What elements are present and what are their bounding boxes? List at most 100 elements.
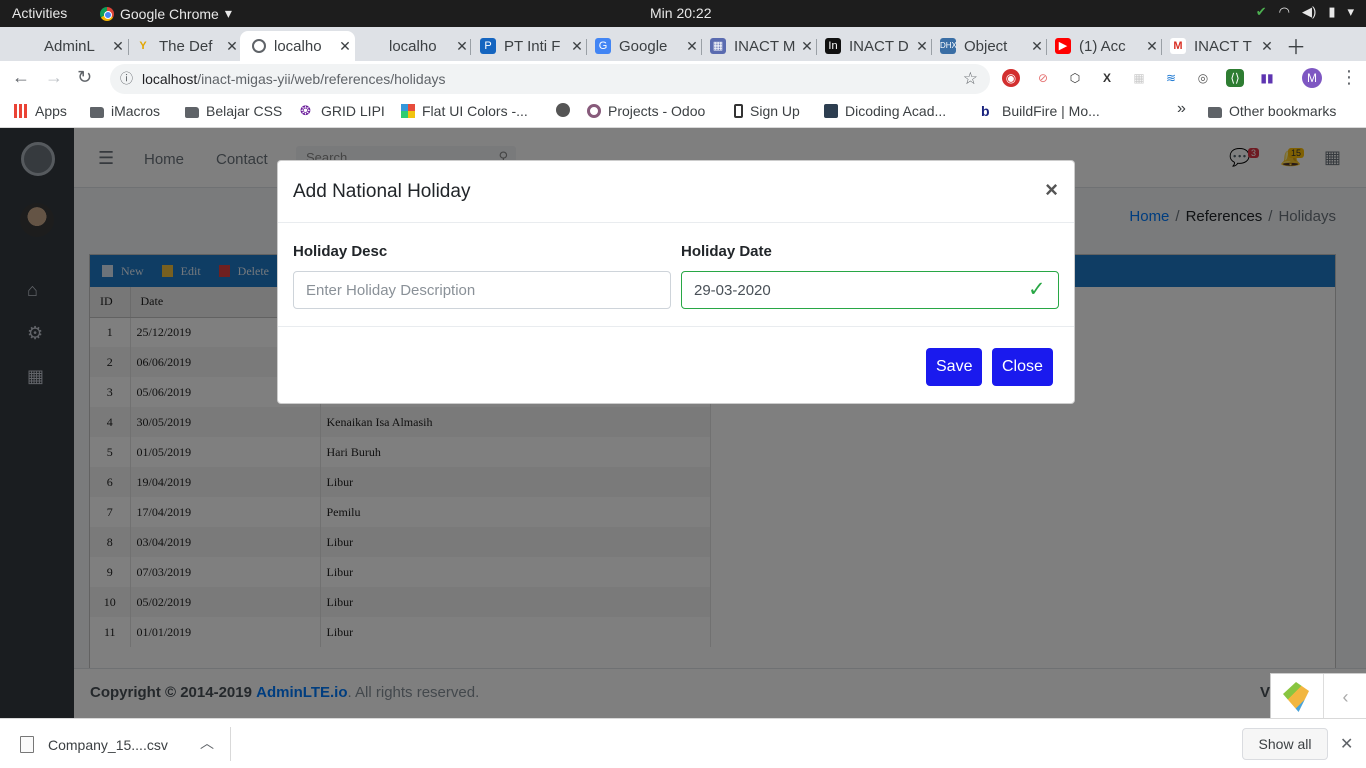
show-all-button[interactable]: Show all xyxy=(1242,728,1328,760)
bookmark-link[interactable] xyxy=(556,103,577,117)
bookmark-link[interactable]: Sign Up xyxy=(734,103,800,119)
bookmark-apps[interactable]: Apps xyxy=(14,103,67,119)
browser-tab[interactable]: In INACT D ✕ xyxy=(805,31,932,61)
add-holiday-modal: Add National Holiday × Holiday Desc Holi… xyxy=(277,160,1075,404)
download-bar: Company_15....csv ︿ Show all ✕ xyxy=(0,718,1366,768)
app-name: Google Chrome xyxy=(120,5,219,22)
bookmark-label: GRID LIPI xyxy=(321,103,385,119)
youtube-icon: ▶ xyxy=(1055,38,1071,54)
extension-icon[interactable]: ◎ xyxy=(1194,69,1212,87)
holiday-desc-input[interactable] xyxy=(293,271,671,309)
save-button[interactable]: Save xyxy=(926,348,983,386)
bookmarks-overflow-button[interactable]: » xyxy=(1177,100,1186,118)
wifi-icon[interactable]: ◠ xyxy=(1279,4,1290,20)
lipi-icon: ❂ xyxy=(300,103,311,118)
holiday-date-label: Holiday Date xyxy=(681,243,772,260)
folder-icon xyxy=(1208,106,1222,118)
globe-icon xyxy=(556,103,570,117)
tab-title: The Def xyxy=(159,37,213,55)
extension-icon[interactable]: ▮▮ xyxy=(1258,69,1276,87)
address-bar[interactable]: ⓘ localhost/inact-migas-yii/web/referenc… xyxy=(110,64,990,94)
extension-icon[interactable]: ▦ xyxy=(1130,69,1148,87)
browser-tab-active[interactable]: localho ✕ xyxy=(240,31,355,61)
chrome-icon xyxy=(100,6,114,21)
tab-title: Google xyxy=(619,37,668,55)
os-top-bar: Activities Google Chrome ▾ Min 20:22 ✔ ◠… xyxy=(0,0,1366,27)
profile-avatar[interactable]: M xyxy=(1302,68,1322,88)
extension-icon[interactable]: ◉ xyxy=(1002,69,1020,87)
browser-tab[interactable]: P PT Inti F ✕ xyxy=(460,31,587,61)
bookmark-label: Apps xyxy=(35,103,67,119)
bookmark-link[interactable]: Projects - Odoo xyxy=(587,103,705,119)
browser-tab[interactable]: localho ✕ xyxy=(345,31,472,61)
close-tab-icon[interactable]: ✕ xyxy=(1257,38,1277,55)
bookmark-label: Other bookmarks xyxy=(1229,103,1337,119)
bookmark-folder[interactable]: Other bookmarks xyxy=(1208,103,1336,119)
folder-icon xyxy=(185,106,199,118)
extension-icon[interactable]: ⊘ xyxy=(1034,69,1052,87)
back-button[interactable]: ← xyxy=(12,67,30,88)
yii-debug-toolbar[interactable]: ‹ xyxy=(1270,673,1366,720)
forward-button[interactable]: → xyxy=(45,67,63,88)
system-tray[interactable]: ✔ ◠ ◀) ▮ ▾ xyxy=(1256,4,1354,20)
extension-icon[interactable]: ⬡ xyxy=(1066,69,1084,87)
bookmark-label: Flat UI Colors -... xyxy=(422,103,528,119)
holiday-date-input[interactable] xyxy=(681,271,1059,309)
chevron-up-icon[interactable]: ︿ xyxy=(200,733,214,753)
bookmark-link[interactable]: b BuildFire | Mo... xyxy=(981,103,1100,119)
bookmark-star-icon[interactable]: ☆ xyxy=(963,64,978,94)
browser-tab[interactable]: ▶ (1) Acc ✕ xyxy=(1035,31,1162,61)
tab-title: localho xyxy=(389,37,437,55)
close-icon[interactable]: ✕ xyxy=(1340,734,1353,754)
extension-icon[interactable]: X xyxy=(1098,69,1116,87)
new-tab-button[interactable]: ＋ xyxy=(1286,31,1306,60)
update-icon[interactable]: ✔ xyxy=(1256,4,1267,20)
modal-body: Holiday Desc Holiday Date ✓ xyxy=(278,223,1074,327)
extension-icon[interactable]: ⟨⟩ xyxy=(1226,69,1244,87)
bookmark-link[interactable]: Flat UI Colors -... xyxy=(401,103,528,119)
browser-tab[interactable]: Y The Def ✕ xyxy=(115,31,242,61)
tab-title: INACT M xyxy=(734,37,796,55)
bookmark-folder[interactable]: Belajar CSS xyxy=(185,103,282,119)
browser-tab[interactable]: G Google ✕ xyxy=(575,31,702,61)
bookmark-link[interactable]: Dicoding Acad... xyxy=(824,103,946,119)
battery-icon[interactable]: ▮ xyxy=(1328,4,1335,20)
tab-title: AdminL xyxy=(44,37,95,55)
tab-title: INACT D xyxy=(849,37,909,55)
modal-header: Add National Holiday × xyxy=(278,161,1074,223)
tab-title: (1) Acc xyxy=(1079,37,1126,55)
clock[interactable]: Min 20:22 xyxy=(650,5,711,21)
close-icon[interactable]: × xyxy=(1045,177,1058,203)
bookmarks-bar: Apps iMacros Belajar CSS ❂ GRID LIPI Fla… xyxy=(0,96,1366,128)
chevron-down-icon: ▾ xyxy=(224,5,232,21)
download-item[interactable]: Company_15....csv xyxy=(20,736,168,753)
chevron-down-icon[interactable]: ▾ xyxy=(1347,4,1354,20)
yii-logo-icon xyxy=(1283,682,1309,712)
browser-tab[interactable]: M INACT T ✕ xyxy=(1150,31,1277,61)
chevron-left-icon[interactable]: ‹ xyxy=(1323,674,1366,720)
extension-icon[interactable]: ≋ xyxy=(1162,69,1180,87)
tab-strip: AdminL ✕ Y The Def ✕ localho ✕ localho ✕… xyxy=(0,27,1366,61)
activities-button[interactable]: Activities xyxy=(12,5,67,21)
apps-grid-icon xyxy=(14,104,28,118)
tab-favicon-icon: ▦ xyxy=(710,38,726,54)
google-translate-icon: G xyxy=(595,38,611,54)
bookmark-label: Projects - Odoo xyxy=(608,103,706,119)
browser-tab[interactable]: DHX Object ✕ xyxy=(920,31,1047,61)
browser-tab[interactable]: ▦ INACT M ✕ xyxy=(690,31,817,61)
bookmark-link[interactable]: ❂ GRID LIPI xyxy=(300,103,385,119)
reload-button[interactable]: ↻ xyxy=(77,67,92,88)
browser-tab[interactable]: AdminL ✕ xyxy=(0,31,128,61)
holiday-desc-label: Holiday Desc xyxy=(293,243,388,260)
close-button[interactable]: Close xyxy=(992,348,1053,386)
app-menu[interactable]: Google Chrome ▾ xyxy=(100,5,232,22)
browser-toolbar: ← → ↻ ⓘ localhost/inact-migas-yii/web/re… xyxy=(0,61,1366,96)
volume-icon[interactable]: ◀) xyxy=(1302,4,1316,20)
tab-title: PT Inti F xyxy=(504,37,561,55)
invision-icon: In xyxy=(825,38,841,54)
info-icon[interactable]: ⓘ xyxy=(120,64,133,94)
close-tab-icon[interactable]: ✕ xyxy=(222,38,242,55)
download-filename: Company_15....csv xyxy=(48,736,168,753)
menu-icon[interactable]: ⋮ xyxy=(1340,67,1358,88)
bookmark-folder[interactable]: iMacros xyxy=(90,103,160,119)
